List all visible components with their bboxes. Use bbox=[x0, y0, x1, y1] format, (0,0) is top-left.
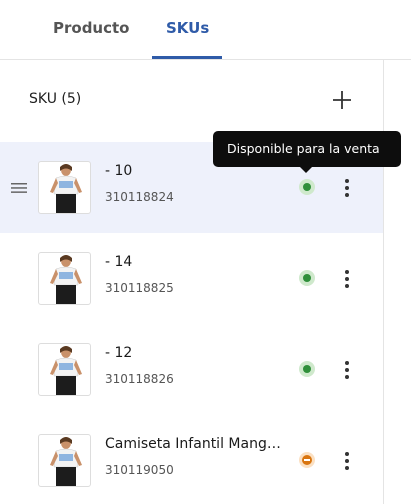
drag-handle-icon[interactable] bbox=[11, 182, 27, 194]
status-available-icon[interactable] bbox=[299, 179, 315, 195]
panel-divider bbox=[383, 60, 384, 504]
sku-code: 310119050 bbox=[105, 463, 174, 477]
more-options-icon[interactable] bbox=[337, 358, 357, 382]
sku-thumbnail bbox=[38, 434, 91, 487]
sku-name: - 14 bbox=[105, 254, 133, 270]
more-options-icon[interactable] bbox=[337, 176, 357, 200]
sku-name: - 12 bbox=[105, 345, 133, 361]
sku-thumbnail bbox=[38, 161, 91, 214]
plus-icon bbox=[333, 91, 351, 109]
sku-thumbnail bbox=[38, 252, 91, 305]
sku-row[interactable]: Camiseta Infantil Manga Corta 310119050 bbox=[0, 415, 383, 504]
status-tooltip: Disponible para la venta bbox=[213, 131, 401, 173]
more-options-icon[interactable] bbox=[337, 449, 357, 473]
sku-code: 310118824 bbox=[105, 190, 174, 204]
status-available-icon[interactable] bbox=[299, 270, 315, 286]
active-tab-indicator bbox=[152, 56, 222, 59]
tab-bar: Producto SKUs bbox=[0, 0, 411, 60]
sku-row[interactable]: - 14 310118825 bbox=[0, 233, 383, 324]
sku-name: Camiseta Infantil Manga Corta bbox=[105, 436, 287, 452]
sku-code: 310118825 bbox=[105, 281, 174, 295]
add-sku-button[interactable] bbox=[330, 88, 354, 112]
sku-row[interactable]: - 12 310118826 bbox=[0, 324, 383, 415]
tab-producto[interactable]: Producto bbox=[53, 19, 129, 37]
sku-code: 310118826 bbox=[105, 372, 174, 386]
sku-thumbnail bbox=[38, 343, 91, 396]
status-pending-icon[interactable] bbox=[299, 452, 315, 468]
more-options-icon[interactable] bbox=[337, 267, 357, 291]
status-available-icon[interactable] bbox=[299, 361, 315, 377]
tab-skus[interactable]: SKUs bbox=[166, 19, 209, 37]
sku-count-heading: SKU (5) bbox=[29, 91, 82, 107]
